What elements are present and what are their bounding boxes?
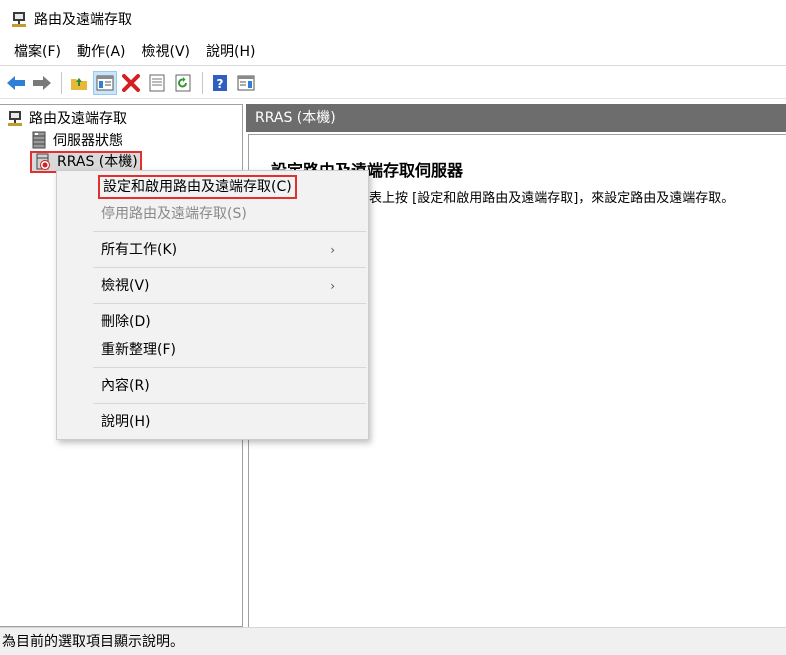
refresh-button[interactable] — [171, 71, 195, 95]
help-icon: ? — [213, 74, 227, 91]
menu-action[interactable]: 動作(A) — [69, 38, 134, 66]
help-button[interactable]: ? — [208, 71, 232, 95]
delete-icon — [122, 73, 140, 92]
refresh-icon — [175, 74, 191, 91]
menu-item-disable-rras: 停用路由及遠端存取(S) — [101, 206, 247, 222]
up-one-level-button[interactable] — [67, 71, 91, 95]
tree-item-label: 伺服器狀態 — [53, 133, 123, 149]
toolbar-separator — [61, 71, 62, 94]
toolbar-separator — [202, 71, 203, 94]
menu-item-properties[interactable]: 內容(R) — [101, 374, 150, 398]
menu-item-refresh[interactable]: 重新整理(F) — [101, 338, 176, 362]
delete-button[interactable] — [119, 71, 143, 95]
title-bar: 路由及遠端存取 — [0, 0, 786, 38]
menu-item-view[interactable]: 檢視(V) › — [101, 274, 351, 298]
show-hide-tree-button[interactable] — [93, 70, 117, 95]
submenu-arrow-icon: › — [330, 243, 335, 257]
show-hide-tree-icon — [96, 75, 114, 90]
tree-item-root[interactable]: 路由及遠端存取 — [6, 107, 127, 129]
rras-app-icon — [12, 12, 26, 27]
menu-help[interactable]: 說明(H) — [198, 38, 263, 66]
status-bar: 為目前的選取項目顯示說明。 — [0, 627, 786, 655]
submenu-arrow-icon: › — [330, 279, 335, 293]
menu-item-all-tasks[interactable]: 所有工作(K) › — [101, 238, 351, 262]
server-status-icon — [32, 131, 46, 149]
menu-bar: 檔案(F) 動作(A) 檢視(V) 說明(H) — [0, 38, 786, 66]
menu-item-help[interactable]: 說明(H) — [101, 410, 150, 434]
properties-button[interactable] — [145, 71, 169, 95]
menu-item-configure-enable-rras[interactable]: 設定和啟用路由及遠端存取(C) — [98, 175, 297, 199]
menu-separator — [93, 367, 366, 368]
context-menu: 設定和啟用路由及遠端存取(C) 停用路由及遠端存取(S) 所有工作(K) › 檢… — [56, 170, 369, 440]
menu-file[interactable]: 檔案(F) — [6, 38, 69, 66]
forward-arrow-icon — [33, 75, 51, 90]
menu-item-label: 檢視(V) — [101, 278, 150, 294]
menu-separator — [93, 267, 366, 268]
toolbar: ? — [0, 67, 786, 99]
details-header: RRAS (本機) — [246, 104, 786, 132]
menu-view[interactable]: 檢視(V) — [134, 38, 199, 66]
svg-text:?: ? — [217, 77, 224, 91]
up-folder-icon — [71, 77, 87, 90]
rras-root-icon — [8, 111, 22, 126]
tree-item-server-status[interactable]: 伺服器狀態 — [30, 129, 123, 151]
back-button[interactable] — [4, 71, 28, 95]
tree-item-label: RRAS (本機) — [57, 154, 138, 170]
menu-separator — [93, 403, 366, 404]
server-stopped-icon — [36, 153, 50, 170]
details-description-text: 表上按 [設定和啟用路由及遠端存取]，來設定路由及遠端存取。 — [369, 191, 735, 206]
back-arrow-icon — [7, 75, 25, 90]
menu-separator — [93, 231, 366, 232]
menu-item-delete[interactable]: 刪除(D) — [101, 310, 151, 334]
action-pane-button[interactable] — [234, 71, 258, 95]
forward-button[interactable] — [30, 71, 54, 95]
action-pane-icon — [237, 75, 255, 90]
tree-item-label: 路由及遠端存取 — [29, 111, 127, 127]
menu-item-label: 所有工作(K) — [101, 242, 178, 258]
properties-icon — [149, 74, 165, 91]
window-title: 路由及遠端存取 — [34, 12, 132, 28]
menu-separator — [93, 303, 366, 304]
